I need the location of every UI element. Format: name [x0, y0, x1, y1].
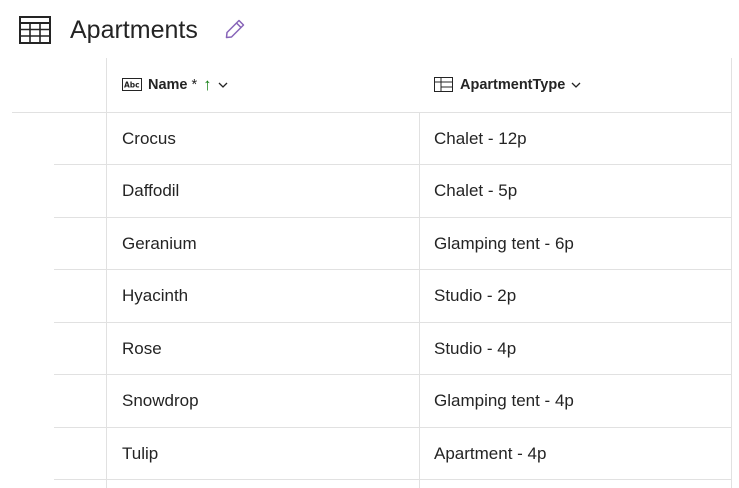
sort-ascending-icon[interactable]: ↑ [203, 75, 212, 95]
cell-name[interactable]: Daffodil [122, 165, 179, 217]
data-grid: Abc Name * ↑ ApartmentType Crocus Chalet… [0, 58, 739, 488]
table-row[interactable]: Snowdrop Glamping tent - 4p [0, 375, 739, 427]
svg-text:Abc: Abc [124, 81, 140, 90]
column-header-label: Name [148, 77, 188, 93]
table-row[interactable]: Hyacinth Studio - 2p [0, 270, 739, 322]
cell-apartmenttype[interactable]: Chalet - 5p [434, 165, 517, 217]
lookup-column-icon [434, 77, 453, 92]
cell-name[interactable]: Snowdrop [122, 375, 199, 427]
cell-name[interactable]: Rose [122, 323, 162, 375]
cell-apartmenttype[interactable]: Studio - 4p [434, 323, 516, 375]
cell-apartmenttype[interactable]: Chalet - 12p [434, 113, 527, 165]
text-column-icon: Abc [122, 78, 142, 91]
page-title: Apartments [70, 16, 198, 44]
cell-name[interactable]: Geranium [122, 218, 197, 270]
table-row[interactable]: Tulip Apartment - 4p [0, 428, 739, 480]
table-icon [19, 16, 51, 44]
column-header-apartmenttype[interactable]: ApartmentType [434, 58, 581, 112]
row-divider [54, 479, 731, 480]
cell-apartmenttype[interactable]: Apartment - 4p [434, 428, 546, 480]
chevron-down-icon[interactable] [218, 82, 228, 88]
table-row[interactable]: Rose Studio - 4p [0, 323, 739, 375]
cell-name[interactable]: Hyacinth [122, 270, 188, 322]
required-marker: * [191, 77, 198, 93]
cell-apartmenttype[interactable]: Studio - 2p [434, 270, 516, 322]
table-row[interactable]: Crocus Chalet - 12p [0, 113, 739, 165]
table-row[interactable]: Geranium Glamping tent - 6p [0, 218, 739, 270]
column-header-label: ApartmentType [460, 77, 566, 93]
edit-pencil-icon[interactable] [224, 18, 246, 40]
cell-name[interactable]: Tulip [122, 428, 158, 480]
title-bar: Apartments [0, 0, 739, 60]
cell-apartmenttype[interactable]: Glamping tent - 4p [434, 375, 574, 427]
column-header-name[interactable]: Abc Name * ↑ [122, 58, 228, 112]
cell-name[interactable]: Crocus [122, 113, 176, 165]
table-row[interactable]: Daffodil Chalet - 5p [0, 165, 739, 217]
cell-apartmenttype[interactable]: Glamping tent - 6p [434, 218, 574, 270]
chevron-down-icon[interactable] [571, 82, 581, 88]
